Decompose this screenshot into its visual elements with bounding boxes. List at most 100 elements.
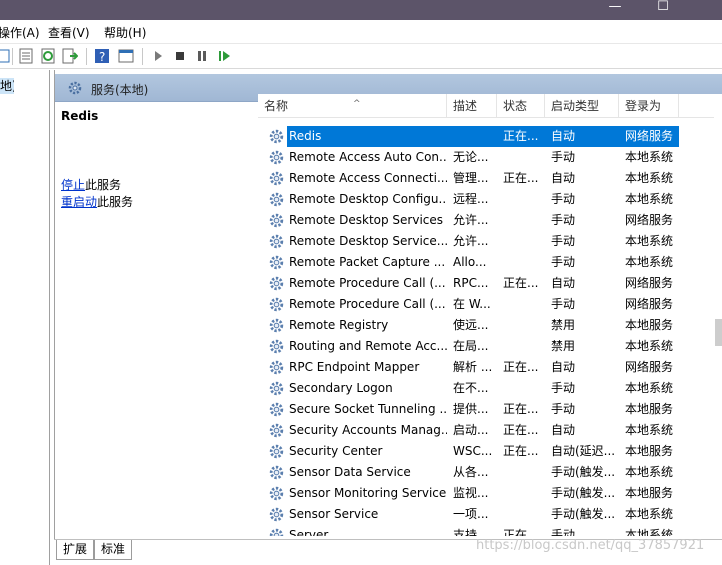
service-status: [503, 504, 545, 525]
service-row[interactable]: Server 支持... 正在... 手动 本地系统: [258, 525, 718, 536]
column-startup-type[interactable]: 启动类型: [545, 94, 619, 118]
pause-service-icon[interactable]: [194, 48, 210, 64]
service-status: [503, 294, 545, 315]
menu-action[interactable]: 操作(A): [0, 24, 40, 41]
help-icon[interactable]: ?: [94, 48, 110, 64]
service-row[interactable]: Remote Packet Capture ... Allo... 手动 本地系统: [258, 252, 718, 273]
menu-view[interactable]: 查看(V): [48, 24, 90, 41]
column-description[interactable]: 描述: [447, 94, 497, 118]
service-status: [503, 189, 545, 210]
service-name: Remote Packet Capture ...: [289, 255, 446, 269]
column-log-on-as[interactable]: 登录为: [619, 94, 679, 118]
service-row[interactable]: Secondary Logon 在不... 手动 本地系统: [258, 378, 718, 399]
service-startup-type: 自动: [551, 276, 576, 290]
toolbar: ?: [0, 44, 722, 69]
service-row[interactable]: Remote Desktop Service... 允许... 手动 本地系统: [258, 231, 718, 252]
service-row[interactable]: Secure Socket Tunneling ... 提供... 正在... 手动 本…: [258, 399, 718, 420]
service-description: 支持...: [453, 528, 489, 536]
show-tree-icon[interactable]: [0, 48, 10, 64]
service-gear-icon: [268, 296, 285, 313]
service-status: 正在...: [503, 360, 539, 374]
service-row[interactable]: Remote Procedure Call (... RPC... 正在... 自动 网…: [258, 273, 718, 294]
service-name: Sensor Data Service: [289, 465, 411, 479]
service-status: 正在...: [503, 444, 539, 458]
service-log-on-as: 网络服务: [625, 213, 674, 227]
service-description: 提供...: [453, 402, 489, 416]
export-list-icon[interactable]: [62, 48, 79, 64]
service-startup-type: 手动: [551, 213, 576, 227]
service-gear-icon: [268, 212, 285, 229]
service-row[interactable]: Remote Access Auto Con... 无论... 手动 本地系统: [258, 147, 718, 168]
service-log-on-as: 本地系统: [625, 171, 674, 185]
service-status: 正在...: [503, 171, 539, 185]
column-status[interactable]: 状态: [497, 94, 545, 118]
tree-item-services-local[interactable]: 地): [0, 78, 14, 94]
minimize-button[interactable]: —: [592, 0, 638, 20]
service-gear-icon: [268, 401, 285, 418]
column-name[interactable]: ^ 名称: [258, 94, 447, 118]
service-row[interactable]: Sensor Service 一项... 手动(触发... 本地系统: [258, 504, 718, 525]
service-startup-type: 手动: [551, 150, 576, 164]
service-description: 从各...: [453, 465, 489, 479]
service-description: [453, 126, 497, 147]
restart-service-link[interactable]: 重启动: [61, 195, 97, 209]
menu-bar: 操作(A) 查看(V) 帮助(H): [0, 20, 722, 44]
service-startup-type: 禁用: [551, 318, 576, 332]
stop-service-icon[interactable]: [172, 48, 188, 64]
service-name: Remote Procedure Call (...: [289, 297, 446, 311]
service-name: Remote Desktop Configu...: [289, 192, 447, 206]
service-gear-icon: [268, 128, 285, 145]
service-log-on-as: 本地系统: [625, 255, 674, 269]
service-row[interactable]: Redis 正在... 自动 网络服务: [269, 126, 679, 147]
service-row[interactable]: Routing and Remote Acc... 在局... 禁用 本地系统: [258, 336, 718, 357]
column-header-row: ^ 名称 描述 状态 启动类型 登录为: [258, 94, 722, 118]
service-startup-type: 手动(触发...: [551, 507, 616, 521]
maximize-button[interactable]: ☐: [640, 0, 686, 20]
service-row[interactable]: Remote Desktop Configu... 远程... 手动 本地系统: [258, 189, 718, 210]
service-row[interactable]: Sensor Data Service 从各... 手动(触发... 本地系统: [258, 462, 718, 483]
scrollbar-thumb[interactable]: [715, 319, 722, 346]
service-row[interactable]: Security Accounts Manag... 启动... 正在... 自动 本地…: [258, 420, 718, 441]
service-description: 远程...: [453, 192, 489, 206]
service-log-on-as: 本地系统: [625, 465, 674, 479]
service-description-panel: Redis 停止此服务 重启动此服务: [55, 102, 258, 532]
service-gear-icon: [268, 170, 285, 187]
service-row[interactable]: Remote Desktop Services 允许... 手动 网络服务: [258, 210, 718, 231]
service-gear-icon: [268, 317, 285, 334]
stop-service-link[interactable]: 停止: [61, 178, 85, 192]
service-gear-icon: [268, 527, 285, 536]
tab-extended[interactable]: 扩展: [56, 540, 95, 560]
service-startup-type: 手动: [551, 402, 576, 416]
service-description: 启动...: [453, 423, 489, 437]
console-icon[interactable]: [118, 48, 134, 64]
restart-service-icon[interactable]: [216, 48, 232, 64]
service-row[interactable]: Remote Procedure Call (... 在 W... 手动 网络服务: [258, 294, 718, 315]
service-startup-type: 手动: [551, 297, 576, 311]
service-status: [503, 231, 545, 252]
service-description: 一项...: [453, 507, 489, 521]
service-gear-icon: [268, 191, 285, 208]
menu-help[interactable]: 帮助(H): [104, 24, 146, 41]
service-startup-type: 手动: [551, 255, 576, 269]
service-gear-icon: [268, 149, 285, 166]
service-row[interactable]: Security Center WSC... 正在... 自动(延迟... 本地服务: [258, 441, 718, 462]
vertical-scrollbar[interactable]: [714, 100, 722, 540]
refresh-icon[interactable]: [40, 48, 56, 64]
properties-icon[interactable]: [18, 48, 34, 64]
service-status: [503, 378, 545, 399]
start-service-icon[interactable]: [150, 48, 166, 64]
service-startup-type: 禁用: [551, 339, 576, 353]
service-status: 正在...: [503, 528, 539, 536]
service-status: 正在...: [503, 423, 539, 437]
service-gear-icon: [268, 275, 285, 292]
tab-standard[interactable]: 标准: [94, 540, 133, 560]
service-name: Remote Desktop Service...: [289, 234, 447, 248]
service-row[interactable]: Sensor Monitoring Service 监视... 手动(触发... 本地…: [258, 483, 718, 504]
service-row[interactable]: Remote Access Connecti... 管理... 正在... 自动 本地系…: [258, 168, 718, 189]
service-startup-type: 自动: [551, 360, 576, 374]
service-row[interactable]: Remote Registry 使远... 禁用 本地服务: [258, 315, 718, 336]
service-name: Remote Procedure Call (...: [289, 276, 446, 290]
service-row[interactable]: RPC Endpoint Mapper 解析 ... 正在... 自动 网络服务: [258, 357, 718, 378]
service-status: 正在...: [503, 276, 539, 290]
service-log-on-as: 本地系统: [625, 381, 674, 395]
